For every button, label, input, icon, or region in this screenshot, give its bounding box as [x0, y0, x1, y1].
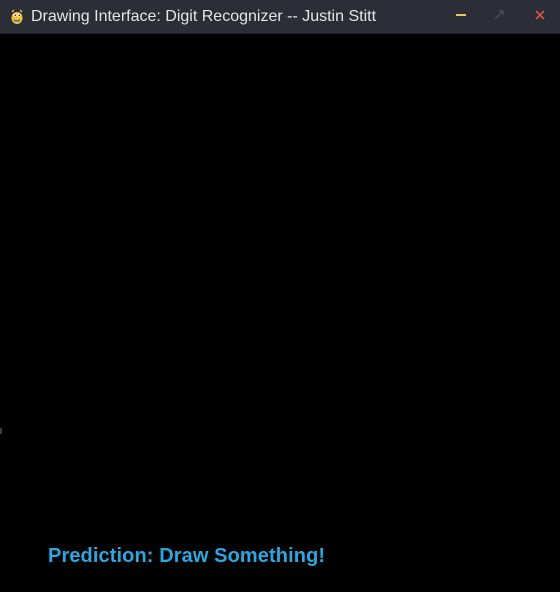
pygame-snake-icon	[9, 9, 25, 25]
prediction-label: Prediction: Draw Something!	[48, 545, 326, 567]
window-resize-edge[interactable]	[0, 428, 2, 434]
window-title: Drawing Interface: Digit Recognizer -- J…	[31, 8, 377, 25]
maximize-icon	[493, 8, 505, 26]
maximize-button[interactable]	[482, 0, 516, 34]
minimize-icon	[455, 8, 467, 26]
drawing-canvas[interactable]	[0, 34, 560, 592]
app-window: Drawing Interface: Digit Recognizer -- J…	[0, 0, 560, 592]
close-button[interactable]	[523, 0, 557, 34]
title-bar[interactable]: Drawing Interface: Digit Recognizer -- J…	[0, 0, 560, 34]
minimize-button[interactable]	[444, 0, 478, 34]
close-icon	[534, 8, 546, 26]
